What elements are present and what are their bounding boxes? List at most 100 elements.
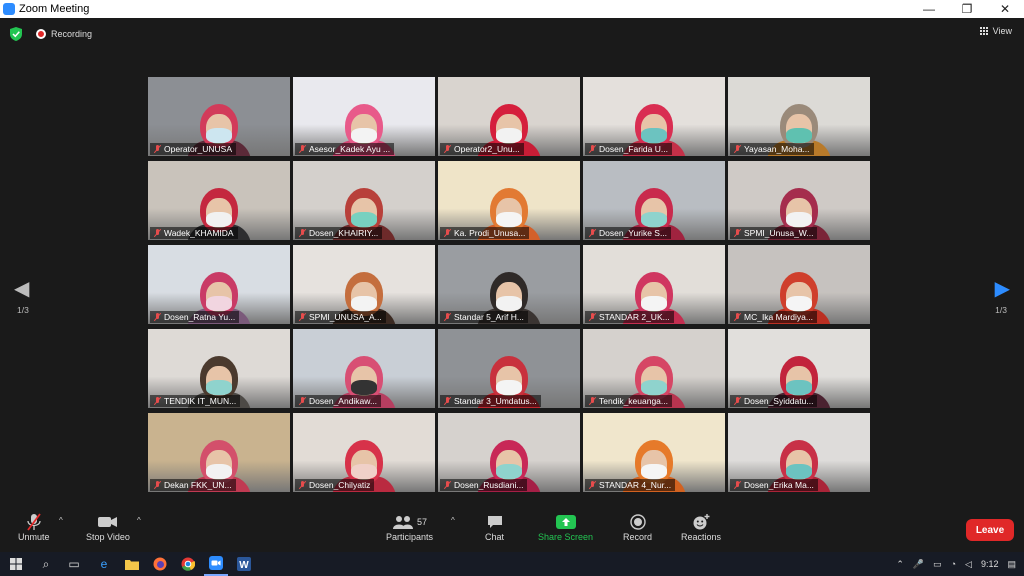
share-screen-button[interactable]: Share Screen: [538, 512, 593, 542]
volume-icon[interactable]: ◁: [965, 559, 972, 570]
participant-name: Asesor_Kadek Ayu ...: [309, 144, 391, 154]
meeting-toolbar: Unmute ^ Stop Video ^ 57 Participants ^ …: [0, 504, 1024, 552]
participant-video-tile[interactable]: Dosen_Syiddatu...: [728, 329, 870, 408]
record-button[interactable]: Record: [623, 512, 652, 542]
firefox-icon[interactable]: [148, 552, 172, 576]
participant-name-tag: Dekan FKK_UN...: [150, 479, 236, 491]
taskbar-clock[interactable]: 9:12: [981, 559, 999, 569]
close-button[interactable]: ✕: [986, 0, 1024, 18]
participant-name: Dosen_Yurike S...: [599, 228, 668, 238]
participant-mask: [351, 464, 377, 479]
previous-page-arrow-icon[interactable]: ◀: [14, 276, 29, 301]
muted-microphone-icon: [26, 512, 42, 532]
record-icon: [629, 512, 646, 532]
participant-name-tag: Tendik_keuanga...: [585, 395, 672, 407]
participant-video-tile[interactable]: Ka. Prodi_Unusa...: [438, 161, 580, 240]
participant-video-tile[interactable]: Standar 5_Arif H...: [438, 245, 580, 324]
unmute-button[interactable]: Unmute: [18, 512, 50, 542]
zoom-taskbar-icon[interactable]: [204, 552, 228, 576]
participant-video-tile[interactable]: Dekan FKK_UN...: [148, 413, 290, 492]
chat-bubble-icon: [487, 512, 503, 532]
chrome-icon[interactable]: [176, 552, 200, 576]
participant-video-tile[interactable]: SPMI_UNUSA_A...: [293, 245, 435, 324]
muted-microphone-icon: [589, 481, 596, 489]
security-shield-icon[interactable]: [10, 27, 22, 41]
windows-taskbar: ⌕ ▭ e W ⌃ 🎤 ▭ ◔ ◁ 9:12 ▤: [0, 552, 1024, 576]
participant-name: STANDAR 2_UK...: [599, 312, 670, 322]
participant-video-tile[interactable]: TENDIK IT_MUN...: [148, 329, 290, 408]
video-camera-icon: [97, 512, 118, 532]
participant-name-tag: Ka. Prodi_Unusa...: [440, 227, 530, 239]
participant-name-tag: Dosen_Chilyatiz: [295, 479, 375, 491]
participant-name: Tendik_keuanga...: [599, 396, 668, 406]
tray-microphone-icon[interactable]: 🎤: [913, 559, 924, 570]
restore-button[interactable]: ❐: [948, 0, 986, 18]
participant-video-tile[interactable]: Dosen_Rusdiani...: [438, 413, 580, 492]
task-view-icon[interactable]: ▭: [62, 552, 86, 576]
participant-mask: [351, 212, 377, 227]
participants-options-caret-icon[interactable]: ^: [451, 516, 455, 525]
participant-name: Dosen_Chilyatiz: [309, 480, 371, 490]
participant-name: Dosen_Ratna Yu...: [164, 312, 236, 322]
muted-microphone-icon: [734, 397, 741, 405]
participant-video-tile[interactable]: STANDAR 2_UK...: [583, 245, 725, 324]
participant-mask: [206, 212, 232, 227]
share-screen-icon: [555, 512, 576, 532]
participant-video-tile[interactable]: Operator2_Unu...: [438, 77, 580, 156]
windows-start-icon[interactable]: [4, 552, 28, 576]
participant-video-tile[interactable]: Dosen_Ratna Yu...: [148, 245, 290, 324]
participant-video-tile[interactable]: MC_Ika Mardiya...: [728, 245, 870, 324]
participant-video-tile[interactable]: STANDAR 4_Nur...: [583, 413, 725, 492]
window-controls: — ❐ ✕: [910, 0, 1024, 18]
network-icon[interactable]: ◔: [951, 559, 956, 569]
participant-name-tag: STANDAR 4_Nur...: [585, 479, 676, 491]
window-title: Zoom Meeting: [19, 3, 90, 15]
muted-microphone-icon: [589, 397, 596, 405]
muted-microphone-icon: [299, 229, 306, 237]
view-button[interactable]: View: [980, 26, 1012, 36]
participant-video-tile[interactable]: Operator_UNUSA: [148, 77, 290, 156]
participant-video-tile[interactable]: Yayasan_Moha...: [728, 77, 870, 156]
participant-video-tile[interactable]: Dosen_KHAIRIY...: [293, 161, 435, 240]
participant-name-tag: Dosen_Erika Ma...: [730, 479, 818, 491]
participant-video-tile[interactable]: Dosen_Farida U...: [583, 77, 725, 156]
participant-video-tile[interactable]: Standar 3_Umdatus...: [438, 329, 580, 408]
leave-button[interactable]: Leave: [966, 519, 1014, 541]
participant-video-tile[interactable]: Dosen_Erika Ma...: [728, 413, 870, 492]
participants-button[interactable]: 57 Participants: [386, 512, 433, 542]
minimize-button[interactable]: —: [910, 0, 948, 18]
notifications-icon[interactable]: ▤: [1007, 559, 1016, 570]
file-explorer-icon[interactable]: [120, 552, 144, 576]
battery-icon[interactable]: ▭: [933, 559, 942, 570]
reactions-button[interactable]: Reactions: [681, 512, 721, 542]
participant-name-tag: Dosen_Andikaw...: [295, 395, 382, 407]
participant-name-tag: Operator2_Unu...: [440, 143, 524, 155]
participant-mask: [206, 380, 232, 395]
participant-video-tile[interactable]: Tendik_keuanga...: [583, 329, 725, 408]
participant-video-tile[interactable]: Asesor_Kadek Ayu ...: [293, 77, 435, 156]
window-titlebar: Zoom Meeting — ❐ ✕: [0, 0, 1024, 18]
search-icon[interactable]: ⌕: [34, 552, 58, 576]
participant-video-tile[interactable]: Dosen_Andikaw...: [293, 329, 435, 408]
tray-chevron-icon[interactable]: ⌃: [896, 559, 904, 570]
word-icon[interactable]: W: [232, 552, 256, 576]
next-page-arrow-icon[interactable]: ▶: [995, 276, 1010, 301]
muted-microphone-icon: [444, 145, 451, 153]
stop-video-button[interactable]: Stop Video: [86, 512, 130, 542]
participant-video-tile[interactable]: Dosen_Yurike S...: [583, 161, 725, 240]
participant-mask: [206, 464, 232, 479]
muted-microphone-icon: [444, 397, 451, 405]
edge-browser-icon[interactable]: e: [92, 552, 116, 576]
participant-video-tile[interactable]: Dosen_Chilyatiz: [293, 413, 435, 492]
muted-microphone-icon: [444, 313, 451, 321]
muted-microphone-icon: [299, 481, 306, 489]
video-options-caret-icon[interactable]: ^: [137, 516, 141, 525]
participant-name: Ka. Prodi_Unusa...: [454, 228, 526, 238]
chat-button[interactable]: Chat: [485, 512, 504, 542]
participant-name-tag: Wadek_KHAMIDA: [150, 227, 238, 239]
participant-video-tile[interactable]: Wadek_KHAMIDA: [148, 161, 290, 240]
audio-options-caret-icon[interactable]: ^: [59, 516, 63, 525]
participant-name: Dosen_Rusdiani...: [454, 480, 524, 490]
participant-name: SPMI_Unusa_W...: [744, 228, 814, 238]
participant-video-tile[interactable]: SPMI_Unusa_W...: [728, 161, 870, 240]
